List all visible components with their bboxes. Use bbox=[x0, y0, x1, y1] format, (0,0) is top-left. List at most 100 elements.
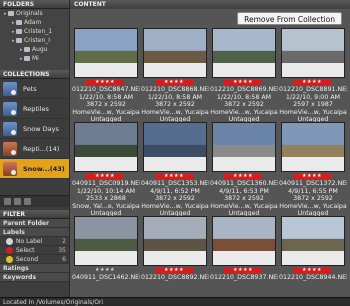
collection-item[interactable]: Pets bbox=[0, 79, 69, 99]
thumbnail-image[interactable] bbox=[143, 216, 207, 266]
folder-icon bbox=[16, 29, 22, 34]
thumbnail-image[interactable] bbox=[143, 28, 207, 78]
rating-stars[interactable]: ★★★★ bbox=[293, 80, 331, 85]
folder-icon bbox=[24, 56, 30, 61]
metadata-line: 1/22/10, 9:00 AM bbox=[285, 93, 341, 101]
thumbnail-metadata: 040911_DSC1462.NEF bbox=[72, 274, 140, 282]
thumbnail-cell[interactable]: ★★★★ 012210_DSC8868.NEF 1/22/10, 8:58 AM 38… bbox=[141, 28, 209, 123]
rating-stars[interactable]: ★★★★ bbox=[293, 268, 331, 273]
folder-item[interactable]: ▸ Cristen_1 bbox=[0, 27, 69, 36]
collection-item[interactable]: Reptiles bbox=[0, 99, 69, 119]
rating-stars[interactable]: ★★★★ bbox=[155, 268, 193, 273]
rating-stars[interactable]: ★★★★ bbox=[86, 268, 124, 273]
collections-header[interactable]: COLLECTIONS bbox=[0, 70, 69, 79]
rating-stars[interactable]: ★★★★ bbox=[86, 174, 124, 179]
thumbnail-cell[interactable]: ★★★★ 012210_DSC8944.NEF bbox=[279, 216, 347, 306]
rating-stars[interactable]: ★★★★ bbox=[155, 80, 193, 85]
thumbnail-image[interactable] bbox=[74, 28, 138, 78]
thumbnail-cell[interactable]: ★★★★ 012210_DSC8892.NEF bbox=[141, 216, 209, 306]
rating-stars[interactable]: ★★★★ bbox=[86, 80, 124, 85]
status-bar: Located In /Volumes/Originals/Ori bbox=[0, 297, 350, 306]
folder-icon bbox=[16, 20, 22, 25]
filter-keywords-group[interactable]: Keywords bbox=[0, 273, 69, 282]
thumbnail-metadata: 012210_DSC8847.NEF 1/22/10, 8:58 AM 3872 x… bbox=[72, 86, 140, 124]
thumbnail-cell[interactable]: ★★★★ 040911_DSC1462.NEF bbox=[72, 216, 140, 306]
metadata-line: 3872 x 2592 bbox=[155, 101, 195, 108]
folder-item[interactable]: ▸ Augu bbox=[0, 45, 69, 54]
metadata-line: 3872 x 2592 bbox=[224, 195, 264, 202]
metadata-line: HomeVie...w, Yucaipa bbox=[141, 108, 209, 116]
metadata-line: 012210_DSC8868.NEF bbox=[141, 86, 209, 93]
folder-tree: ▸ Originals ▸ Adam ▸ Cristen_1 ▸ Cristen_I ▸ Augu… bbox=[0, 9, 69, 63]
metadata-line: 3872 x 2592 bbox=[224, 101, 264, 108]
thumbnail-metadata: 040911_DSC1372.NEF 4/9/11, 6:55 PM 3872 x … bbox=[279, 180, 347, 218]
collection-item[interactable]: Repti...(14) bbox=[0, 139, 69, 159]
metadata-line: 4/9/11, 6:53 PM bbox=[219, 187, 269, 195]
thumbnail-cell[interactable]: ★★★★ 040911_DSC0919.NEF 1/22/10, 10:14 AM 2… bbox=[72, 122, 140, 218]
metadata-line: 040911_DSC1360.NEF bbox=[210, 180, 278, 187]
rating-stars[interactable]: ★★★★ bbox=[224, 80, 262, 85]
thumbnail-image[interactable] bbox=[212, 216, 276, 266]
collection-label: Repti...(14) bbox=[23, 144, 60, 153]
thumbnail-image[interactable] bbox=[143, 122, 207, 172]
thumbnail-image[interactable] bbox=[281, 122, 345, 172]
collection-label: Snow...(43) bbox=[23, 164, 65, 173]
metadata-line: 3872 x 2592 bbox=[86, 101, 126, 108]
metadata-line: 1/22/10, 8:58 AM bbox=[78, 93, 134, 101]
thumbnail-metadata: 040911_DSC1353.NEF 4/9/11, 6:52 PM 3872 x … bbox=[141, 180, 209, 218]
filter-labels-label: Labels bbox=[3, 228, 25, 236]
thumbnail-cell[interactable]: ★★★★ 040911_DSC1372.NEF 4/9/11, 6:55 PM 387… bbox=[279, 122, 347, 218]
thumbnail-cell[interactable]: ★★★★ 012210_DSC8847.NEF 1/22/10, 8:58 AM 38… bbox=[72, 28, 140, 124]
collection-options-icon[interactable] bbox=[24, 198, 31, 205]
metadata-line: 012210_DSC8892.NEF bbox=[141, 274, 209, 281]
folder-label: Augu bbox=[32, 46, 48, 53]
collections-panel: COLLECTIONS Pets Reptiles Snow Days Repti..… bbox=[0, 70, 69, 210]
collection-item[interactable]: Snow...(43) bbox=[0, 159, 69, 179]
thumbnail-metadata: 040911_DSC0919.NEF 1/22/10, 10:14 AM 2533 … bbox=[72, 180, 140, 218]
metadata-line: 4/9/11, 6:55 PM bbox=[288, 187, 338, 195]
thumbnail-image[interactable] bbox=[212, 122, 276, 172]
thumbnail-image[interactable] bbox=[281, 216, 345, 266]
collections-toolbar bbox=[0, 195, 69, 207]
thumbnail-image[interactable] bbox=[74, 122, 138, 172]
new-smart-collection-icon[interactable] bbox=[14, 198, 21, 205]
folder-item[interactable]: ▸ Mi bbox=[0, 54, 69, 63]
metadata-line: HomeVie...w, Yucaipa bbox=[279, 108, 347, 116]
collection-label: Reptiles bbox=[23, 104, 49, 113]
folders-header[interactable]: FOLDERS bbox=[0, 0, 69, 9]
folder-icon bbox=[8, 11, 14, 16]
metadata-line: 040911_DSC1353.NEF bbox=[141, 180, 209, 187]
rating-stars[interactable]: ★★★★ bbox=[293, 174, 331, 179]
filter-label-list: No Label 2 Select 35 Second 6 bbox=[0, 237, 69, 264]
collection-item[interactable]: Snow Days bbox=[0, 119, 69, 139]
filter-label-count: 35 bbox=[58, 246, 66, 254]
filter-label-count: 2 bbox=[62, 237, 66, 245]
thumbnail-cell[interactable]: ★★★★ 012210_DSC8937.NEF bbox=[210, 216, 278, 306]
metadata-line: 040911_DSC1372.NEF bbox=[279, 180, 347, 187]
thumbnail-cell[interactable]: ★★★★ 012210_DSC8891.NEF 1/22/10, 9:00 AM 25… bbox=[279, 28, 347, 124]
thumbnail-metadata: 012210_DSC8891.NEF 1/22/10, 9:00 AM 2597 x… bbox=[279, 86, 347, 124]
thumbnail-image[interactable] bbox=[281, 28, 345, 78]
thumbnail-cell[interactable]: ★★★★ 040911_DSC1353.NEF 4/9/11, 6:52 PM 387… bbox=[141, 122, 209, 218]
folder-item[interactable]: ▸ Cristen_I bbox=[0, 36, 69, 45]
rating-stars[interactable]: ★★★★ bbox=[155, 174, 193, 179]
thumbnail-image[interactable] bbox=[74, 216, 138, 266]
folder-item[interactable]: ▸ Adam bbox=[0, 18, 69, 27]
metadata-line: 2533 x 2868 bbox=[86, 195, 126, 202]
folder-item[interactable]: ▸ Originals bbox=[0, 9, 69, 18]
thumbnail-image[interactable] bbox=[212, 28, 276, 78]
filter-label-name: No Label bbox=[16, 237, 43, 245]
metadata-line: 3872 x 2592 bbox=[293, 195, 333, 202]
content-panel: CONTENT Remove From Collection ★★★★ 01221… bbox=[70, 0, 350, 306]
thumbnail-cell[interactable]: ★★★★ 012210_DSC8869.NEF 1/22/10, 8:58 AM 38… bbox=[210, 28, 278, 123]
rating-stars[interactable]: ★★★★ bbox=[224, 174, 262, 179]
thumbnail-metadata: 012210_DSC8944.NEF bbox=[279, 274, 347, 282]
new-collection-icon[interactable] bbox=[4, 198, 11, 205]
folder-label: Mi bbox=[32, 55, 39, 62]
collection-red-icon bbox=[3, 161, 17, 176]
rating-stars[interactable]: ★★★★ bbox=[224, 268, 262, 273]
folder-label: Cristen_1 bbox=[24, 28, 53, 35]
thumbnail-cell[interactable]: ★★★★ 040911_DSC1360.NEF 4/9/11, 6:53 PM 387… bbox=[210, 122, 278, 217]
metadata-line: 1/22/10, 10:14 AM bbox=[76, 187, 136, 195]
remove-from-collection-button[interactable]: Remove From Collection bbox=[237, 12, 342, 25]
